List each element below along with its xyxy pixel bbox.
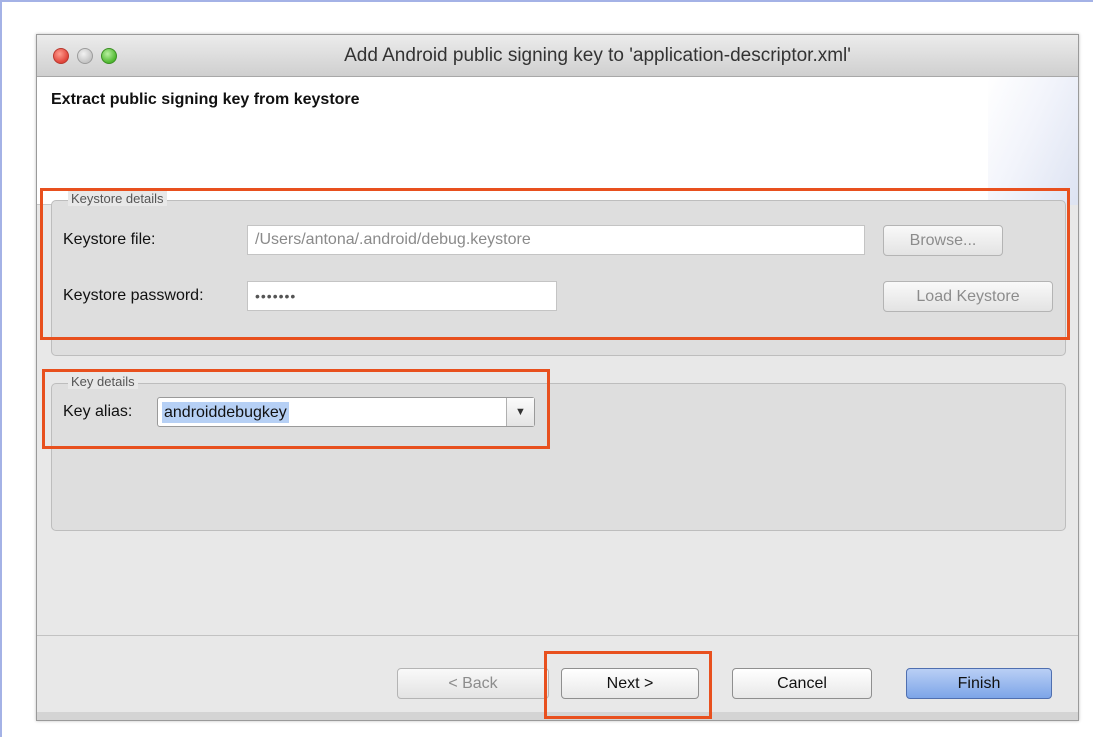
screenshot-frame: Add Android public signing key to 'appli… (0, 0, 1093, 737)
back-button[interactable]: < Back (397, 668, 549, 699)
minimize-window-button[interactable] (77, 48, 93, 64)
wizard-banner: Extract public signing key from keystore (37, 77, 1078, 205)
chevron-down-icon[interactable]: ▼ (506, 398, 534, 426)
finish-button[interactable]: Finish (906, 668, 1052, 699)
keystore-details-legend: Keystore details (68, 191, 167, 206)
cancel-button[interactable]: Cancel (732, 668, 872, 699)
keystore-password-label: Keystore password: (63, 287, 204, 304)
keystore-details-group: Keystore details (51, 191, 1066, 356)
load-keystore-button[interactable]: Load Keystore (883, 281, 1053, 312)
title-bar[interactable]: Add Android public signing key to 'appli… (37, 35, 1078, 77)
dialog-window: Add Android public signing key to 'appli… (36, 34, 1079, 721)
zoom-window-button[interactable] (101, 48, 117, 64)
key-details-legend: Key details (68, 374, 138, 389)
key-alias-label: Key alias: (63, 403, 133, 420)
close-window-button[interactable] (53, 48, 69, 64)
keystore-password-field[interactable]: ••••••• (247, 281, 557, 311)
wizard-page-title: Extract public signing key from keystore (51, 91, 360, 108)
key-alias-dropdown[interactable]: androiddebugkey ▼ (157, 397, 535, 427)
browse-button[interactable]: Browse... (883, 225, 1003, 256)
keystore-file-label: Keystore file: (63, 231, 156, 248)
window-bottom-edge (37, 712, 1078, 720)
keystore-file-field[interactable]: /Users/antona/.android/debug.keystore (247, 225, 865, 255)
key-alias-value[interactable]: androiddebugkey (162, 402, 289, 423)
window-title: Add Android public signing key to 'appli… (344, 45, 851, 66)
banner-graphic (988, 77, 1078, 205)
next-button[interactable]: Next > (561, 668, 699, 699)
footer-separator (37, 635, 1078, 636)
